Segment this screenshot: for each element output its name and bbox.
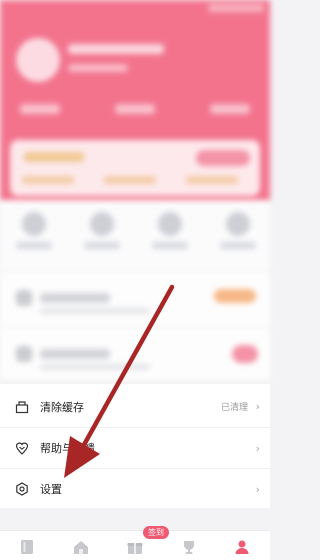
menu-item-clear-cache[interactable]: 清除缓存 已清理 › [0,386,270,427]
chevron-right-icon: › [255,400,260,413]
gear-icon [14,481,30,497]
chevron-right-icon: › [255,441,260,455]
chevron-right-icon: › [255,482,260,496]
menu-item-label: 帮助与反馈 [40,442,95,455]
menu-item-settings[interactable]: 设置 › [0,468,270,509]
home-icon[interactable] [71,537,91,557]
heart-pin-icon [14,440,30,456]
menu-item-label: 设置 [40,483,62,496]
menu-item-label: 清除缓存 [40,400,84,414]
menu-item-help-feedback[interactable]: 帮助与反馈 › [0,427,270,468]
gift-icon[interactable] [125,537,145,557]
book-icon[interactable] [17,537,37,557]
settings-menu: 清除缓存 已清理 › 帮助与反馈 › 设置 › [0,384,270,508]
box-icon [14,399,30,415]
profile-icon[interactable] [232,537,252,557]
blur-overlay [0,0,270,380]
cache-status: 已清理 [220,403,248,413]
checkin-badge[interactable]: 签到 [143,526,169,539]
trophy-icon[interactable] [179,537,199,557]
bottom-nav [0,530,270,560]
